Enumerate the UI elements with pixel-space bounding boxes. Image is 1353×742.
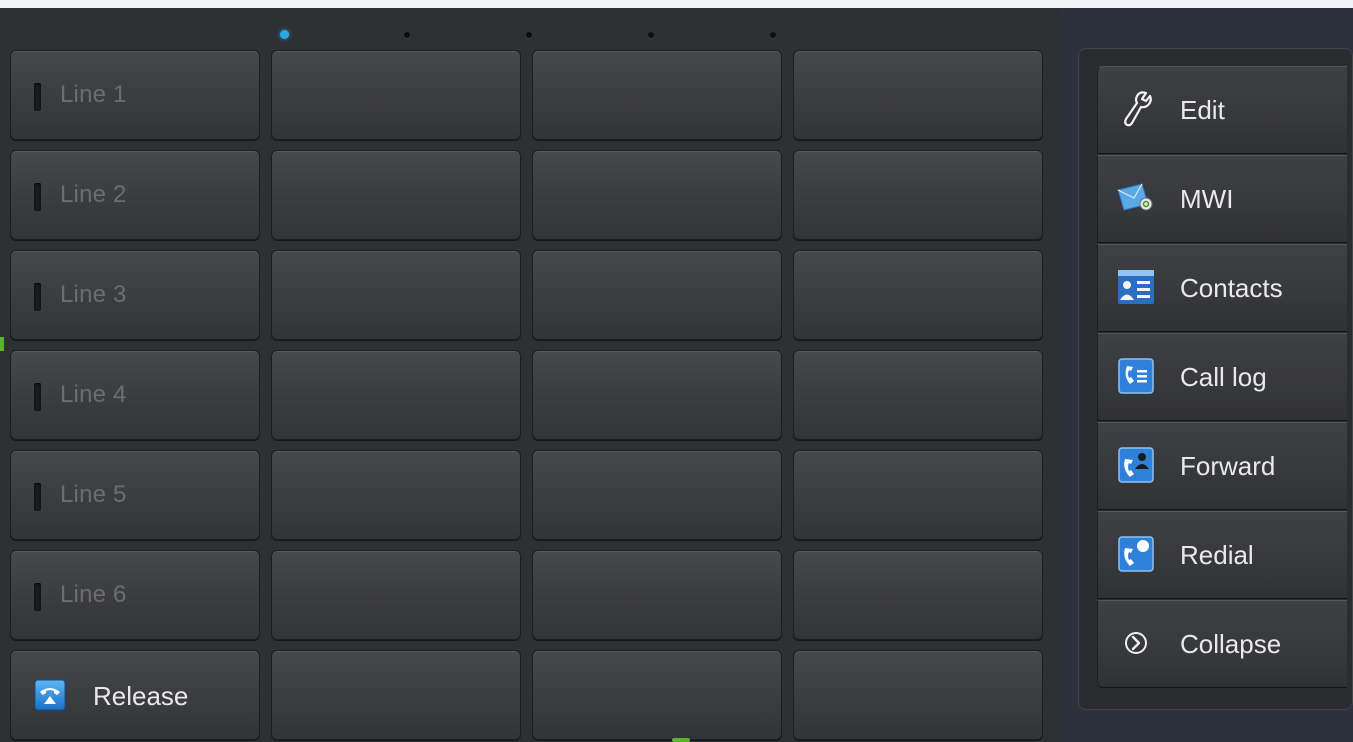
chevron-right-circle-icon: [1125, 632, 1147, 654]
mwi-button[interactable]: MWI: [1097, 155, 1347, 243]
empty-key[interactable]: [271, 350, 521, 440]
empty-key[interactable]: [271, 550, 521, 640]
empty-key[interactable]: [271, 250, 521, 340]
contacts-label: Contacts: [1180, 273, 1283, 303]
line-key-label: Line 1: [60, 81, 127, 108]
forward-button[interactable]: Forward: [1097, 422, 1347, 510]
empty-key[interactable]: [532, 50, 782, 140]
contacts-button[interactable]: Contacts: [1097, 244, 1347, 332]
edit-label: Edit: [1180, 95, 1225, 125]
call-log-icon: [1118, 358, 1154, 394]
empty-key[interactable]: [532, 650, 782, 740]
empty-key[interactable]: [271, 450, 521, 540]
line-key-3[interactable]: Line 3: [10, 250, 260, 340]
redial-icon: [1118, 536, 1154, 572]
line-key-label: Line 2: [60, 181, 127, 208]
call-log-button[interactable]: Call log: [1097, 333, 1347, 421]
empty-key[interactable]: [532, 350, 782, 440]
empty-key[interactable]: [532, 550, 782, 640]
line-status-led: [34, 583, 41, 611]
forward-icon: [1118, 447, 1154, 483]
line-key-label: Line 4: [60, 381, 127, 408]
call-log-label: Call log: [1180, 362, 1267, 392]
release-label: Release: [93, 681, 189, 711]
line-status-led: [34, 283, 41, 311]
empty-key[interactable]: [793, 650, 1043, 740]
line-key-4[interactable]: Line 4: [10, 350, 260, 440]
empty-key[interactable]: [532, 450, 782, 540]
line-key-label: Line 6: [60, 581, 127, 608]
line-key-label: Line 5: [60, 481, 127, 508]
top-strip: [0, 0, 1353, 8]
page-dot-5[interactable]: [770, 32, 776, 38]
release-phone-icon: [34, 679, 66, 711]
line-status-led: [34, 383, 41, 411]
edge-indicator: [0, 337, 4, 351]
empty-key[interactable]: [271, 50, 521, 140]
collapse-button[interactable]: Collapse: [1097, 600, 1347, 688]
page-dot-2[interactable]: [404, 32, 410, 38]
release-button[interactable]: Release: [10, 650, 260, 740]
line-status-led: [34, 483, 41, 511]
empty-key[interactable]: [793, 550, 1043, 640]
page-dot-1[interactable]: [280, 30, 289, 39]
page-dot-4[interactable]: [648, 32, 654, 38]
forward-label: Forward: [1180, 451, 1276, 481]
contacts-icon: [1118, 270, 1154, 304]
line-key-2[interactable]: Line 2: [10, 150, 260, 240]
line-status-led: [34, 183, 41, 211]
empty-key[interactable]: [271, 650, 521, 740]
page-dot-3[interactable]: [526, 32, 532, 38]
empty-key[interactable]: [532, 250, 782, 340]
empty-key[interactable]: [793, 250, 1043, 340]
empty-key[interactable]: [793, 450, 1043, 540]
edit-button[interactable]: Edit: [1097, 66, 1347, 154]
collapse-label: Collapse: [1180, 629, 1282, 659]
page-indicator[interactable]: [0, 8, 1060, 48]
empty-key[interactable]: [271, 150, 521, 240]
line-key-label: Line 3: [60, 281, 127, 308]
empty-key[interactable]: [793, 150, 1043, 240]
voicemail-icon: [1117, 183, 1153, 211]
line-key-6[interactable]: Line 6: [10, 550, 260, 640]
wrench-icon: [1124, 91, 1152, 127]
empty-key[interactable]: [793, 50, 1043, 140]
empty-key[interactable]: [793, 350, 1043, 440]
mwi-label: MWI: [1180, 184, 1234, 214]
redial-button[interactable]: Redial: [1097, 511, 1347, 599]
line-key-1[interactable]: Line 1: [10, 50, 260, 140]
bottom-indicator: [672, 738, 690, 742]
redial-label: Redial: [1180, 540, 1254, 570]
empty-key[interactable]: [532, 150, 782, 240]
line-key-5[interactable]: Line 5: [10, 450, 260, 540]
line-status-led: [34, 83, 41, 111]
